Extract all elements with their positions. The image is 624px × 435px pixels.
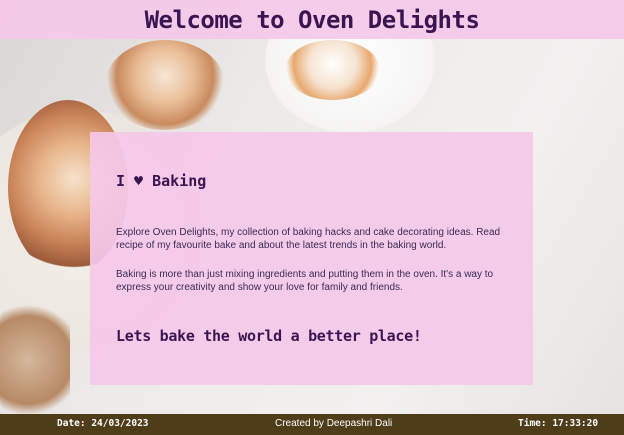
intro-paragraph: Explore Oven Delights, my collection of …: [116, 227, 501, 251]
pastry-image: [0, 300, 70, 420]
pastry-rose-image: [285, 40, 380, 100]
footer-date: Date: 24/03/2023: [57, 418, 149, 429]
pastry-rose-image: [105, 40, 225, 130]
page-footer: Date: 24/03/2023 Created by Deepashri Da…: [0, 414, 624, 435]
page-title: Welcome to Oven Delights: [144, 5, 480, 34]
page-header: Welcome to Oven Delights: [0, 0, 624, 39]
card-heading: I ♥ Baking: [116, 172, 207, 190]
footer-time: Time: 17:33:20: [518, 418, 599, 429]
tagline: Lets bake the world a better place!: [116, 327, 422, 345]
footer-credit: Created by Deepashri Dali: [275, 418, 393, 429]
intro-card: I ♥ Baking Explore Oven Delights, my col…: [90, 132, 533, 385]
baking-paragraph: Baking is more than just mixing ingredie…: [116, 269, 494, 293]
